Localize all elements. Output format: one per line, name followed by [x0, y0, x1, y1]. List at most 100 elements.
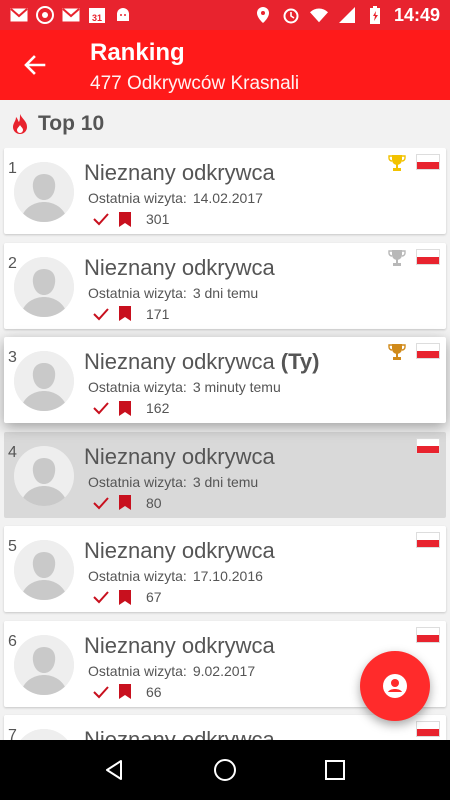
rank-number: 1	[8, 160, 17, 177]
poland-flag-icon	[416, 626, 440, 643]
triangle-back-icon	[106, 760, 122, 780]
ranking-row[interactable]: 2 Nieznany odkrywca Ostatnia wizyta: 3 dni …	[4, 242, 446, 329]
ranking-row[interactable]: 7 Nieznany odkrywca	[4, 715, 446, 740]
check-icon	[92, 683, 110, 701]
nav-recents-button[interactable]	[321, 756, 349, 784]
last-visit-label: Ostatnia wizyta:	[88, 284, 187, 301]
explorer-name: Nieznany odkrywca	[84, 633, 275, 659]
circle-home-icon	[214, 759, 236, 781]
last-visit-value: 3 dni temu	[192, 284, 259, 301]
avatar	[14, 351, 74, 411]
last-visit: Ostatnia wizyta: 3 dni temu	[88, 285, 258, 301]
last-visit: Ostatnia wizyta: 3 dni temu	[88, 474, 258, 490]
poland-flag-icon	[416, 154, 440, 170]
explorer-name-text: Nieznany odkrywca	[84, 349, 275, 374]
ranking-row[interactable]: 1 Nieznany odkrywca Ostatnia wizyta: 14.02.…	[4, 148, 446, 234]
last-visit-value: 17.10.2016	[192, 568, 263, 584]
bookmark-icon	[116, 399, 134, 417]
last-visit: Ostatnia wizyta: 9.02.2017	[88, 663, 255, 679]
ranking-list[interactable]: 1 Nieznany odkrywca Ostatnia wizyta: 14.02.…	[0, 148, 450, 740]
found-count: 171	[146, 305, 170, 322]
page-title: Ranking	[90, 39, 185, 66]
last-visit-label: Ostatnia wizyta:	[88, 190, 187, 206]
found-count: 67	[146, 589, 162, 605]
nav-home-button[interactable]	[211, 756, 239, 784]
explorer-name-text: Nieznany odkrywca	[84, 632, 275, 658]
clock-time: 14:49	[393, 4, 440, 25]
flame-icon	[13, 114, 27, 134]
alarm-icon	[282, 6, 300, 24]
poland-flag-icon	[416, 437, 440, 454]
person-placeholder-icon	[14, 162, 74, 222]
gmail-icon	[10, 6, 28, 24]
stats-row: 171	[92, 305, 169, 323]
check-icon	[92, 399, 110, 417]
last-visit-label: Ostatnia wizyta:	[88, 379, 187, 395]
android-icon	[114, 6, 132, 24]
last-visit-label: Ostatnia wizyta:	[88, 662, 187, 679]
ranking-row[interactable]: 4 Nieznany odkrywca Ostatnia wizyta: 3 dni …	[4, 431, 446, 518]
explorer-name: Nieznany odkrywca	[84, 255, 275, 281]
last-visit-value: 3 minuty temu	[192, 379, 281, 395]
check-icon	[92, 588, 110, 606]
you-badge: (Ty)	[280, 349, 320, 374]
check-icon	[92, 494, 110, 512]
stats-row: 80	[92, 494, 162, 512]
bookmark-icon	[116, 305, 134, 323]
explorer-name: Nieznany odkrywca	[84, 444, 275, 470]
location-icon	[254, 6, 272, 24]
found-count: 80	[146, 494, 162, 511]
explorer-name-text: Nieznany odkrywca	[84, 727, 275, 740]
rank-number: 4	[8, 443, 17, 461]
chrome-icon	[36, 6, 54, 24]
profile-fab-button[interactable]	[360, 651, 430, 721]
explorer-name: Nieznany odkrywca	[84, 727, 275, 740]
rank-number: 6	[8, 632, 17, 650]
square-recents-icon	[325, 760, 345, 780]
arrow-back-icon	[24, 55, 46, 75]
explorer-name-text: Nieznany odkrywca	[84, 443, 275, 469]
stats-row: 301	[92, 210, 169, 228]
rank-number: 5	[8, 538, 17, 555]
system-nav-bar	[0, 740, 450, 800]
rank-number: 3	[8, 349, 17, 366]
bookmark-icon	[116, 494, 134, 512]
stats-row: 66	[92, 683, 162, 701]
person-placeholder-icon	[14, 445, 74, 506]
last-visit-label: Ostatnia wizyta:	[88, 473, 187, 490]
bookmark-icon	[116, 210, 134, 228]
back-button[interactable]	[18, 48, 52, 82]
app-bar: Ranking 477 Odkrywców Krasnali	[0, 30, 450, 100]
explorer-name: Nieznany odkrywca (Ty)	[84, 349, 319, 375]
last-visit-value: 9.02.2017	[192, 662, 256, 679]
ranking-row[interactable]: 5 Nieznany odkrywca Ostatnia wizyta: 17.10.…	[4, 526, 446, 612]
page-subtitle: 477 Odkrywców Krasnali	[90, 73, 300, 94]
rank-number: 7	[8, 727, 17, 740]
nav-back-button[interactable]	[101, 756, 129, 784]
explorer-name: Nieznany odkrywca	[84, 538, 275, 564]
last-visit: Ostatnia wizyta: 17.10.2016	[88, 568, 263, 584]
last-visit-value: 3 dni temu	[192, 473, 259, 490]
person-placeholder-icon	[14, 634, 74, 695]
stats-row: 162	[92, 399, 169, 417]
ranking-row[interactable]: 3 Nieznany odkrywca (Ty) Ostatnia wizyta: 3 …	[4, 337, 446, 423]
last-visit: Ostatnia wizyta: 14.02.2017	[88, 190, 263, 206]
section-title: Top 10	[38, 112, 105, 135]
avatar	[14, 162, 74, 222]
signal-icon	[338, 6, 356, 24]
explorer-name: Nieznany odkrywca	[84, 160, 275, 186]
avatar	[14, 540, 74, 600]
last-visit: Ostatnia wizyta: 3 minuty temu	[88, 379, 281, 395]
person-placeholder-icon	[14, 540, 74, 600]
trophy-silver-icon	[388, 249, 406, 266]
explorer-name-text: Nieznany odkrywca	[84, 538, 275, 563]
explorer-name-text: Nieznany odkrywca	[84, 160, 275, 185]
bookmark-icon	[116, 588, 134, 606]
avatar	[14, 634, 74, 695]
rank-number: 2	[8, 254, 17, 272]
poland-flag-icon	[416, 248, 440, 265]
check-icon	[92, 210, 110, 228]
section-header: Top 10	[0, 100, 450, 148]
found-count: 66	[146, 683, 162, 700]
last-visit-label: Ostatnia wizyta:	[88, 568, 187, 584]
